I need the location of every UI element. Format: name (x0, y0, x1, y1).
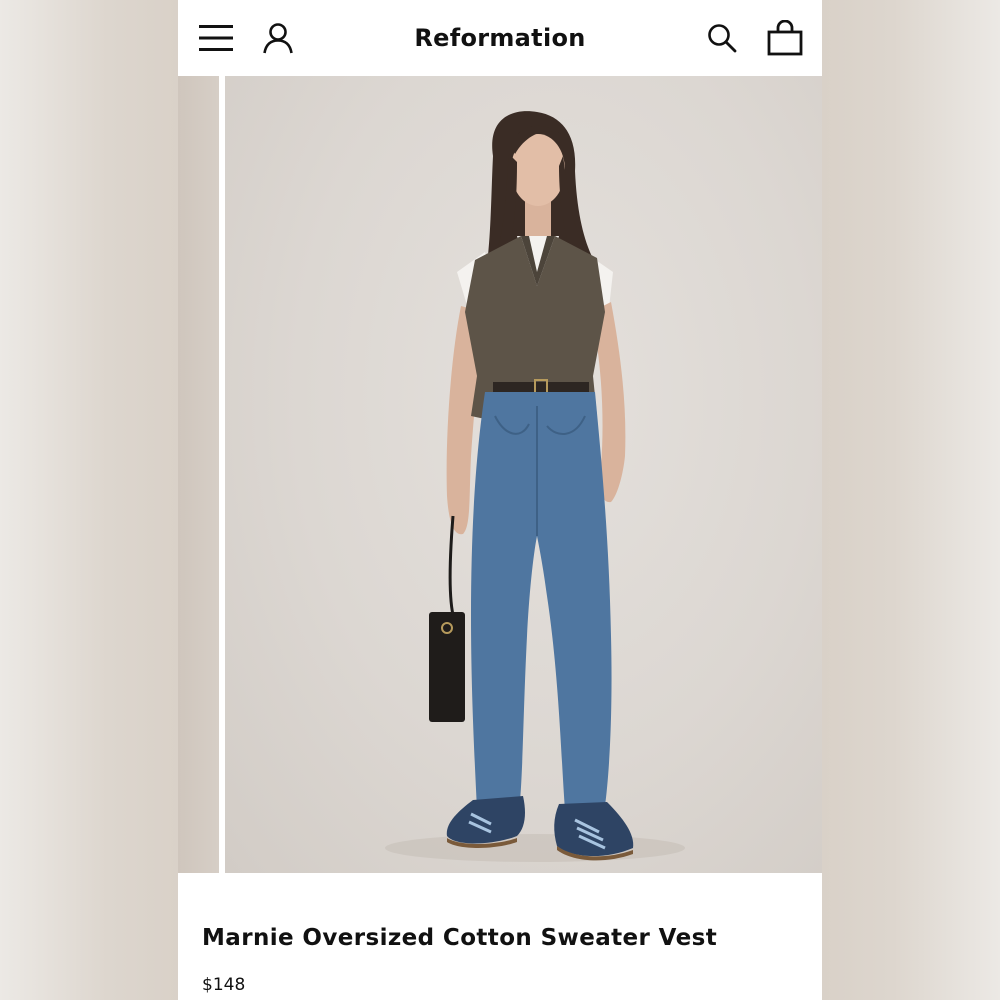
menu-button[interactable] (196, 18, 236, 58)
model-wearing-vest-illustration (385, 111, 685, 862)
backdrop-left (0, 0, 178, 1000)
hamburger-menu-icon (199, 25, 233, 51)
user-icon (263, 23, 293, 54)
product-photo[interactable] (225, 76, 822, 873)
shopping-bag-icon (767, 20, 803, 56)
product-title: Marnie Oversized Cotton Sweater Vest (202, 925, 718, 952)
search-button[interactable] (702, 18, 742, 58)
previous-slide-peek[interactable] (178, 76, 219, 873)
product-image-carousel[interactable] (178, 76, 822, 873)
account-button[interactable] (258, 18, 298, 58)
shopping-bag-button[interactable] (764, 18, 806, 58)
brand-logo[interactable]: Reformation (414, 24, 585, 52)
top-navigation-bar: Reformation (178, 0, 822, 76)
phone-screen: Reformation Marnie Oversized Cotton Swea… (178, 0, 822, 1000)
search-icon (708, 24, 737, 53)
backdrop-right (822, 0, 1000, 1000)
product-price: $148 (202, 975, 246, 995)
